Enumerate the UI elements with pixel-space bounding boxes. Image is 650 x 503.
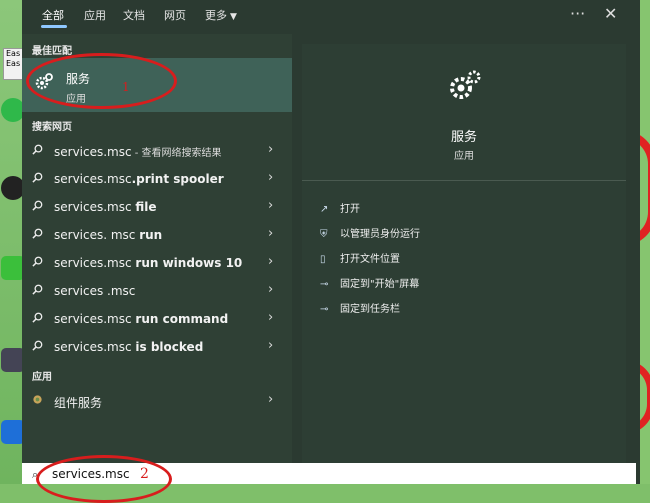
web-result-query: services.msc — [54, 172, 132, 186]
annotation-circle-1 — [26, 53, 177, 109]
tab-web[interactable]: 网页 — [164, 7, 186, 23]
web-result-bold: .print spooler — [131, 172, 224, 186]
action-open-file-location[interactable]: ▯ 打开文件位置 — [320, 250, 400, 265]
file-icon: ▯ — [320, 254, 326, 265]
web-result-query: services.msc — [54, 200, 136, 214]
web-result-row[interactable]: services .msc › — [22, 276, 292, 304]
detail-divider — [302, 180, 626, 181]
action-open[interactable]: ↗ 打开 — [320, 200, 360, 215]
web-result-bold: file — [135, 200, 157, 214]
web-section-heading: 搜索网页 — [32, 122, 72, 133]
detail-pane: 服务 应用 ↗ 打开 ⛨ 以管理员身份运行 ▯ 打开文件位置 ⊸ 固定到"开始"屏幕 ⊸… — [302, 44, 626, 464]
chevron-right-icon[interactable]: › — [268, 310, 273, 325]
web-result-label: services .msc — [54, 284, 135, 298]
app-result-component-services[interactable]: 组件服务 › — [22, 386, 292, 414]
component-services-icon — [33, 395, 42, 404]
pin-icon: ⊸ — [320, 304, 329, 315]
web-result-label: services.msc is blocked — [54, 340, 203, 354]
annotation-number-2: 2 — [140, 466, 149, 482]
search-icon — [32, 228, 43, 239]
web-result-row[interactable]: services.msc.print spooler › — [22, 164, 292, 192]
active-tab-indicator — [41, 25, 67, 28]
web-result-row[interactable]: services.msc run windows 10 › — [22, 248, 292, 276]
web-result-bold: run — [139, 228, 163, 242]
web-result-bold: run windows 10 — [135, 256, 243, 270]
chevron-right-icon[interactable]: › — [268, 392, 273, 407]
filter-tabs: 全部 应用 文档 网页 更多 ▼ ··· ✕ — [22, 0, 640, 30]
search-icon — [32, 312, 43, 323]
annotation-circle-2 — [36, 455, 172, 503]
action-open-file-location-label: 打开文件位置 — [340, 254, 400, 265]
web-result-label: services.msc file — [54, 200, 157, 214]
web-result-query: services.msc — [54, 145, 132, 159]
chevron-right-icon[interactable]: › — [268, 198, 273, 213]
web-result-label: services.msc.print spooler — [54, 172, 224, 186]
web-result-label: services.msc run command — [54, 312, 228, 326]
tab-apps[interactable]: 应用 — [84, 7, 106, 23]
web-result-row[interactable]: services.msc - 查看网络搜索结果 › — [22, 136, 292, 164]
web-result-label: services.msc - 查看网络搜索结果 — [54, 144, 222, 159]
web-result-label: services.msc run windows 10 — [54, 256, 242, 270]
detail-subtitle: 应用 — [454, 151, 474, 162]
more-icon[interactable]: ··· — [570, 4, 585, 23]
shield-icon: ⛨ — [320, 229, 328, 240]
chevron-right-icon[interactable]: › — [268, 170, 273, 185]
app-result-label: 组件服务 — [54, 396, 103, 410]
web-result-row[interactable]: services. msc run › — [22, 220, 292, 248]
tab-more-label: 更多 — [205, 9, 227, 22]
chevron-right-icon[interactable]: › — [268, 254, 273, 269]
action-pin-to-start-label: 固定到"开始"屏幕 — [340, 279, 420, 290]
tab-all[interactable]: 全部 — [42, 7, 64, 23]
action-pin-to-taskbar-label: 固定到任务栏 — [340, 304, 400, 315]
action-run-as-admin[interactable]: ⛨ 以管理员身份运行 — [320, 225, 420, 240]
detail-title: 服务 — [450, 130, 477, 145]
web-result-query: services.msc — [54, 312, 136, 326]
chevron-right-icon[interactable]: › — [268, 142, 273, 157]
web-result-bold: run command — [135, 312, 229, 326]
best-match-heading: 最佳匹配 — [32, 46, 72, 57]
web-result-row[interactable]: services.msc is blocked › — [22, 332, 292, 360]
chevron-right-icon[interactable]: › — [268, 282, 273, 297]
close-icon[interactable]: ✕ — [604, 4, 617, 23]
web-result-suffix: - 查看网络搜索结果 — [131, 148, 222, 159]
web-result-row[interactable]: services.msc run command › — [22, 304, 292, 332]
caret-down-icon: ▼ — [230, 12, 237, 22]
web-result-query: services .msc — [54, 284, 136, 298]
action-pin-to-taskbar[interactable]: ⊸ 固定到任务栏 — [320, 300, 400, 315]
chevron-right-icon[interactable]: › — [268, 226, 273, 241]
annotation-number-1: 1 — [122, 80, 130, 94]
web-result-bold: is blocked — [135, 340, 204, 354]
open-icon: ↗ — [320, 204, 329, 215]
search-icon — [32, 172, 43, 183]
web-result-query: services.msc — [54, 340, 136, 354]
web-result-row[interactable]: services.msc file › — [22, 192, 292, 220]
search-icon — [32, 144, 43, 155]
apps-section-heading: 应用 — [32, 372, 52, 383]
action-pin-to-start[interactable]: ⊸ 固定到"开始"屏幕 — [320, 275, 419, 290]
web-result-label: services. msc run — [54, 228, 162, 242]
tab-documents[interactable]: 文档 — [123, 7, 145, 23]
search-icon — [32, 284, 43, 295]
search-icon — [32, 256, 43, 267]
action-open-label: 打开 — [340, 204, 360, 215]
web-result-query: services. msc — [54, 228, 140, 242]
gear-icon — [450, 70, 481, 99]
search-icon — [32, 200, 43, 211]
chevron-right-icon[interactable]: › — [268, 338, 273, 353]
pin-icon: ⊸ — [320, 279, 329, 290]
web-result-query: services.msc — [54, 256, 136, 270]
tab-more[interactable]: 更多 ▼ — [205, 7, 237, 23]
action-run-as-admin-label: 以管理员身份运行 — [340, 229, 420, 240]
search-icon — [32, 340, 43, 351]
